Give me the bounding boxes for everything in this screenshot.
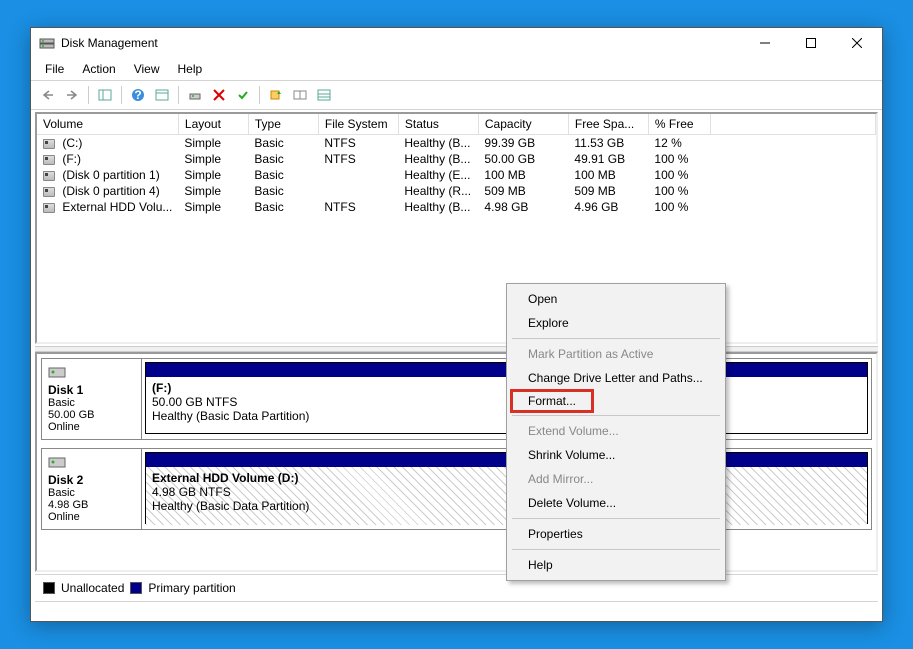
drive-icon (43, 155, 55, 165)
delete-button[interactable] (208, 84, 230, 106)
action-button[interactable] (265, 84, 287, 106)
legend: Unallocated Primary partition (35, 574, 878, 601)
column-header[interactable]: Volume (37, 114, 178, 135)
menubar: File Action View Help (31, 58, 882, 81)
disk-graphical-view[interactable]: Disk 1Basic50.00 GBOnline(F:)50.00 GB NT… (35, 352, 878, 572)
column-header[interactable]: Status (398, 114, 478, 135)
menu-item-properties[interactable]: Properties (510, 522, 722, 546)
disk-state: Online (48, 421, 135, 433)
disk-type: Basic (48, 487, 135, 499)
drive-icon (43, 171, 55, 181)
maximize-button[interactable] (788, 28, 834, 58)
column-header[interactable]: Type (248, 114, 318, 135)
apply-button[interactable] (232, 84, 254, 106)
toolbar: ? (31, 81, 882, 110)
back-button[interactable] (37, 84, 59, 106)
menu-item-explore[interactable]: Explore (510, 311, 722, 335)
disk-name: Disk 2 (48, 473, 135, 487)
disk-icon (48, 455, 66, 469)
menu-item-open[interactable]: Open (510, 287, 722, 311)
close-button[interactable] (834, 28, 880, 58)
disk-size: 4.98 GB (48, 499, 135, 511)
volume-row[interactable]: (F:)SimpleBasicNTFSHealthy (B...50.00 GB… (37, 151, 876, 167)
menu-action[interactable]: Action (74, 60, 123, 78)
disk-type: Basic (48, 397, 135, 409)
disk-name: Disk 1 (48, 383, 135, 397)
drive-icon (43, 139, 55, 149)
refresh-button[interactable] (289, 84, 311, 106)
menu-item-shrink-volume[interactable]: Shrink Volume... (510, 443, 722, 467)
legend-unallocated: Unallocated (61, 581, 124, 595)
menu-view[interactable]: View (126, 60, 168, 78)
disk-size: 50.00 GB (48, 409, 135, 421)
legend-primary: Primary partition (148, 581, 235, 595)
menu-item-extend-volume: Extend Volume... (510, 419, 722, 443)
disk-management-window: Disk Management File Action View Help ? … (30, 27, 883, 622)
column-header[interactable]: File System (318, 114, 398, 135)
list-view-button[interactable] (313, 84, 335, 106)
menu-item-format[interactable]: Format... (510, 390, 722, 412)
properties-button[interactable] (184, 84, 206, 106)
help-button[interactable]: ? (127, 84, 149, 106)
disk-row: Disk 1Basic50.00 GBOnline(F:)50.00 GB NT… (41, 358, 872, 440)
column-header[interactable]: Free Spa... (568, 114, 648, 135)
forward-button[interactable] (61, 84, 83, 106)
menu-help[interactable]: Help (170, 60, 211, 78)
menu-item-mark-partition-as-active: Mark Partition as Active (510, 342, 722, 366)
menu-item-change-drive-letter-and-paths[interactable]: Change Drive Letter and Paths... (510, 366, 722, 390)
svg-text:?: ? (134, 88, 141, 102)
menu-item-delete-volume[interactable]: Delete Volume... (510, 491, 722, 515)
disk-row: Disk 2Basic4.98 GBOnlineExternal HDD Vol… (41, 448, 872, 530)
app-icon (39, 35, 55, 51)
show-hide-tree-button[interactable] (94, 84, 116, 106)
disk-info[interactable]: Disk 1Basic50.00 GBOnline (42, 359, 142, 439)
titlebar[interactable]: Disk Management (31, 28, 882, 58)
minimize-button[interactable] (742, 28, 788, 58)
menu-file[interactable]: File (37, 60, 72, 78)
volume-row[interactable]: (Disk 0 partition 4)SimpleBasicHealthy (… (37, 183, 876, 199)
disk-icon (48, 365, 66, 379)
window-title: Disk Management (61, 36, 742, 50)
statusbar (35, 601, 878, 619)
drive-icon (43, 203, 55, 213)
volume-row[interactable]: (Disk 0 partition 1)SimpleBasicHealthy (… (37, 167, 876, 183)
drive-icon (43, 187, 55, 197)
volume-row[interactable]: (C:)SimpleBasicNTFSHealthy (B...99.39 GB… (37, 135, 876, 152)
menu-item-help[interactable]: Help (510, 553, 722, 577)
column-header[interactable]: Capacity (478, 114, 568, 135)
menu-item-add-mirror: Add Mirror... (510, 467, 722, 491)
unallocated-swatch (43, 582, 55, 594)
primary-swatch (130, 582, 142, 594)
column-header[interactable]: Layout (178, 114, 248, 135)
volume-row[interactable]: External HDD Volu...SimpleBasicNTFSHealt… (37, 199, 876, 215)
disk-info[interactable]: Disk 2Basic4.98 GBOnline (42, 449, 142, 529)
settings-icon[interactable] (151, 84, 173, 106)
disk-state: Online (48, 511, 135, 523)
column-header[interactable]: % Free (648, 114, 710, 135)
context-menu: OpenExplore Mark Partition as ActiveChang… (506, 283, 726, 581)
volume-list[interactable]: VolumeLayoutTypeFile SystemStatusCapacit… (35, 112, 878, 344)
